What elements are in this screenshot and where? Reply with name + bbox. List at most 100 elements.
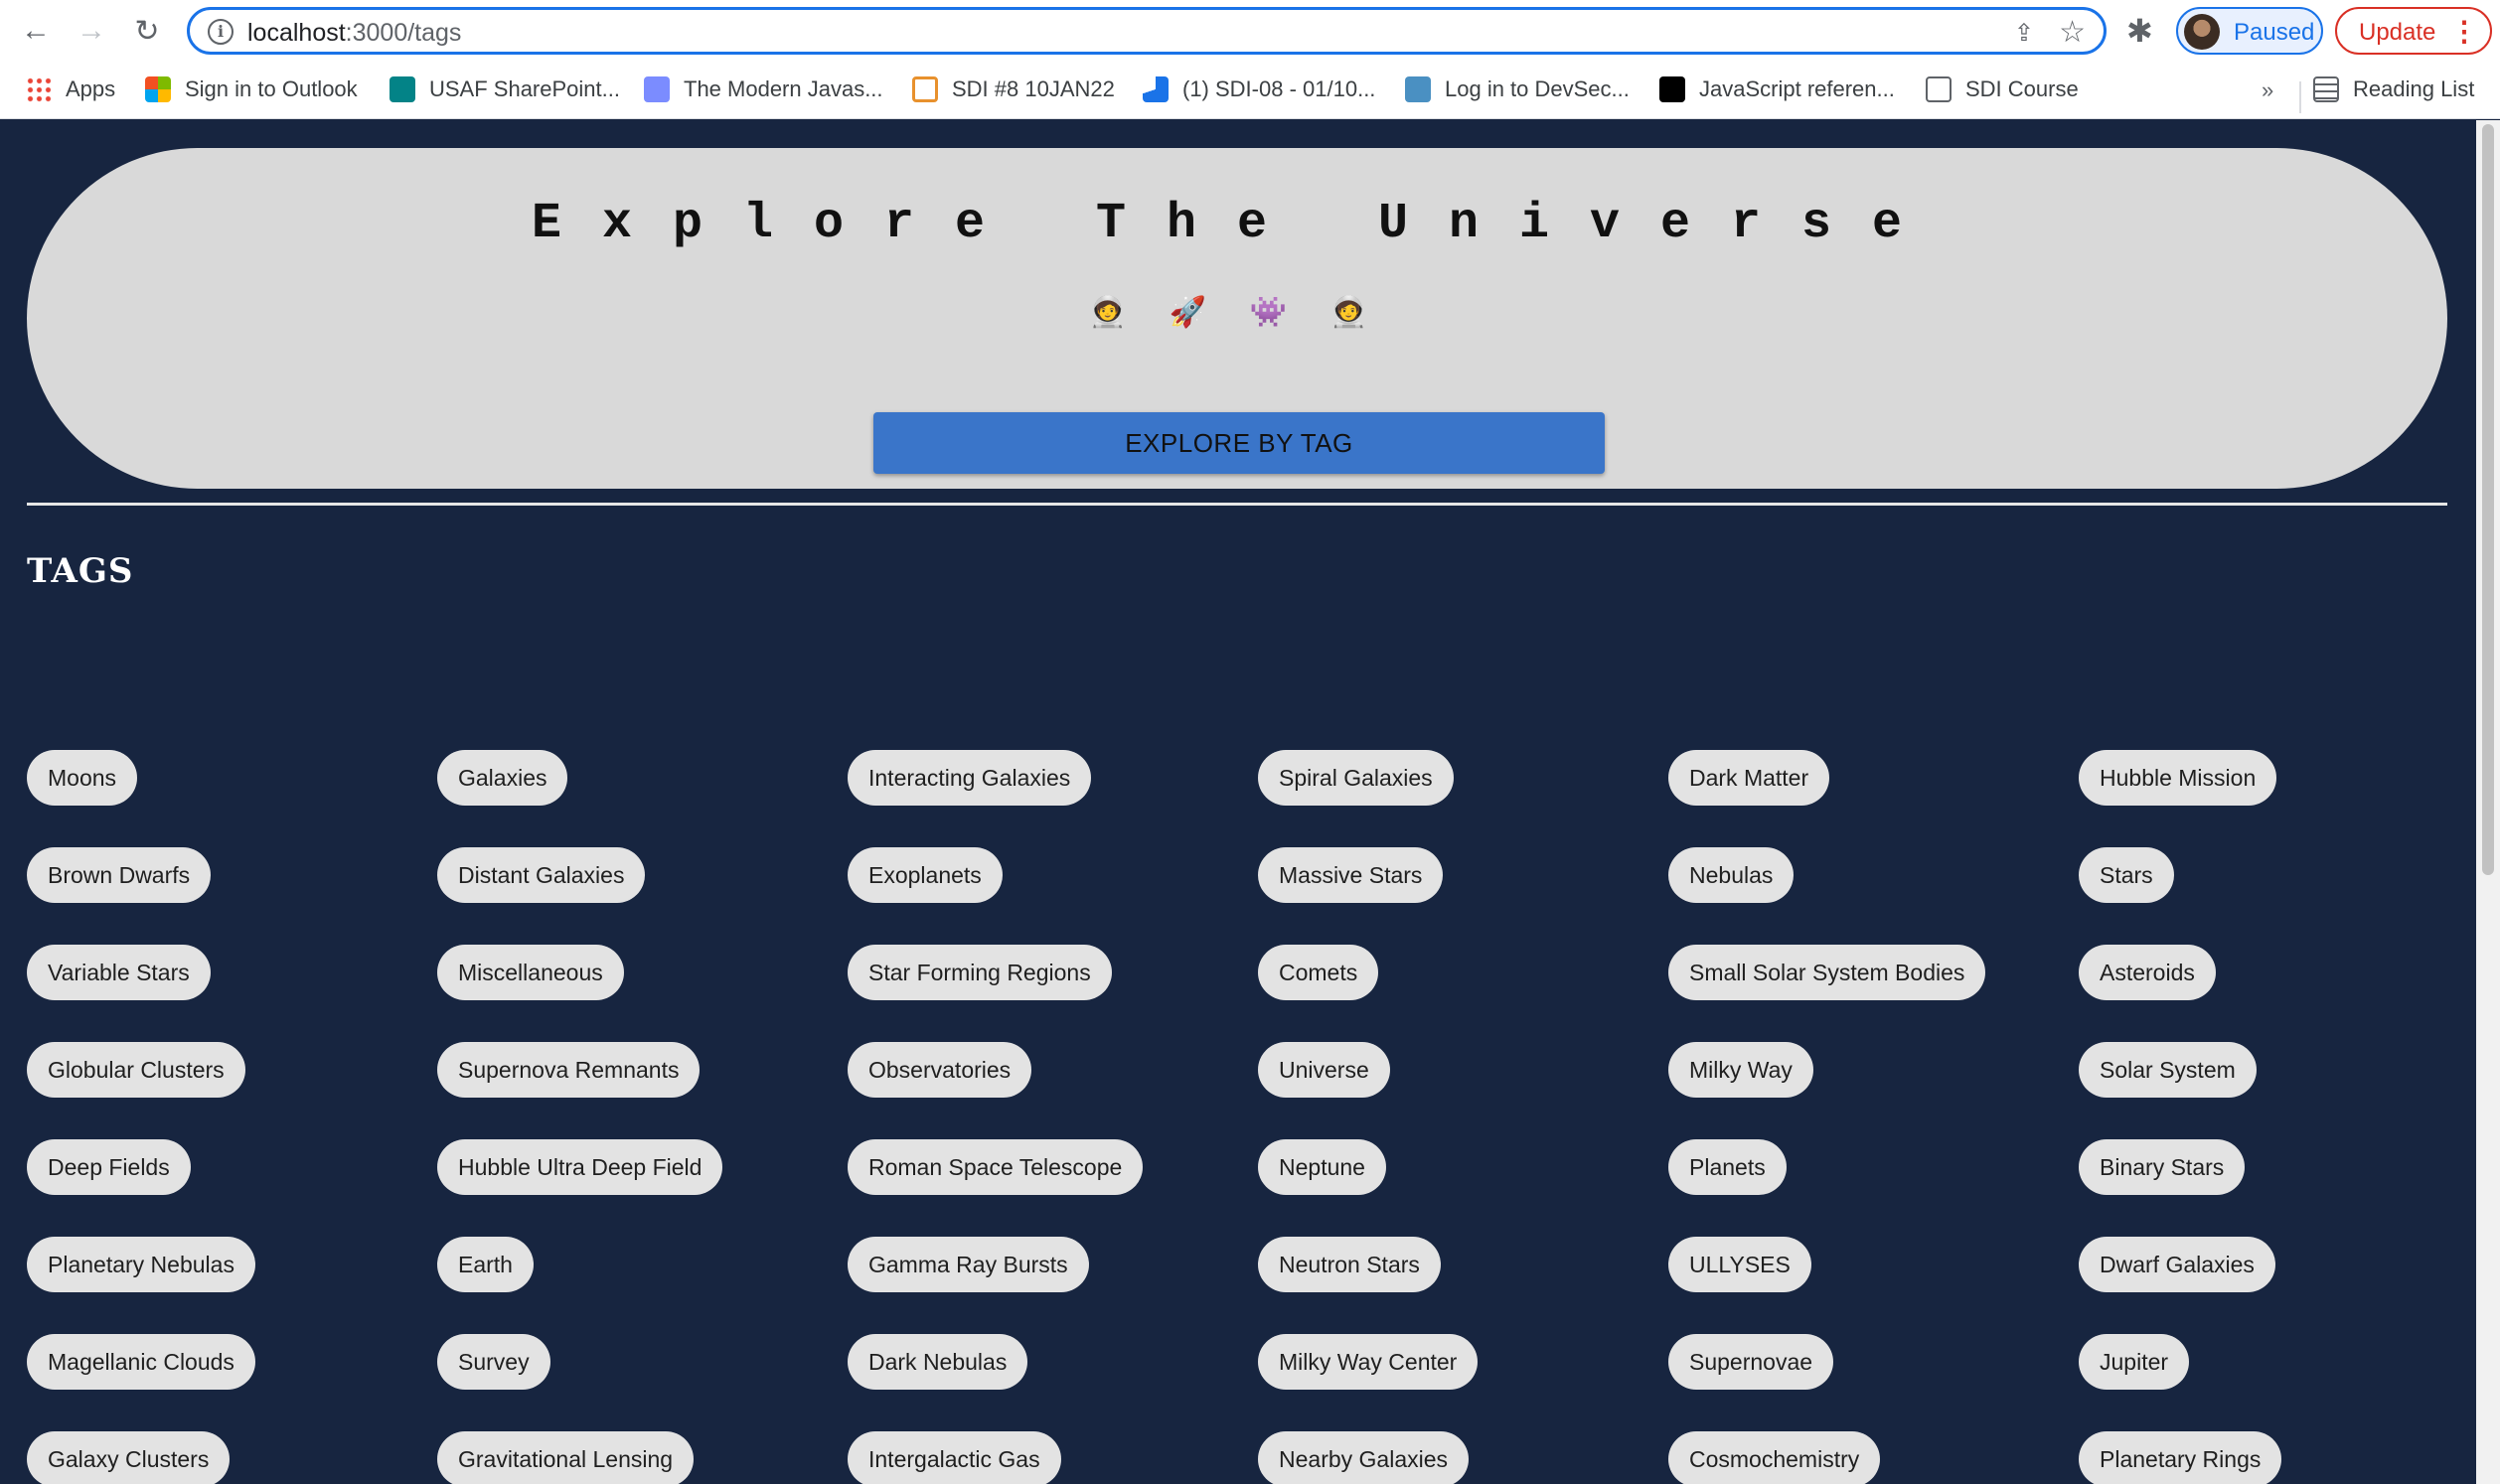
tag-chip[interactable]: Planets	[1668, 1139, 1787, 1195]
bookmark-label: JavaScript referen...	[1699, 76, 1895, 101]
bookmark-apps[interactable]: Apps	[26, 74, 115, 105]
tag-chip[interactable]: Universe	[1258, 1042, 1390, 1098]
bookmark-modern-js[interactable]: The Modern Javas...	[644, 74, 883, 105]
tag-chip[interactable]: Stars	[2079, 847, 2174, 903]
sdi-icon	[912, 76, 938, 102]
hero-title: Explore The Universe	[531, 196, 1944, 252]
tag-chip[interactable]: Distant Galaxies	[437, 847, 646, 903]
reading-list-button[interactable]: Reading List	[2313, 74, 2474, 105]
tag-chip[interactable]: Neutron Stars	[1258, 1237, 1441, 1292]
tag-chip[interactable]: Moons	[27, 750, 138, 806]
profile-button[interactable]: Paused	[2176, 7, 2323, 55]
forward-icon[interactable]: →	[74, 13, 109, 49]
bookmark-label: The Modern Javas...	[684, 76, 883, 101]
bookmark-sdi8[interactable]: SDI #8 10JAN22	[912, 74, 1115, 105]
update-label: Update	[2359, 19, 2436, 46]
update-button[interactable]: Update ⋮	[2335, 7, 2492, 55]
bookmark-outlook[interactable]: Sign in to Outlook	[145, 74, 358, 105]
browser-chrome: ← → ↻ i localhost:3000/tags ⇪ ☆ ✱ Paused…	[0, 0, 2500, 119]
tag-chip[interactable]: Intergalactic Gas	[848, 1431, 1061, 1484]
page-content: Explore The Universe 🧑‍🚀 🚀 👾 🧑‍🚀 EXPLORE…	[0, 120, 2476, 1484]
tag-chip[interactable]: Solar System	[2079, 1042, 2257, 1098]
tag-chip[interactable]: Exoplanets	[848, 847, 1003, 903]
reading-list-icon	[2313, 76, 2339, 102]
explore-by-tag-button[interactable]: EXPLORE BY TAG	[873, 412, 1605, 474]
tag-chip[interactable]: Milky Way	[1668, 1042, 1813, 1098]
tag-chip[interactable]: Magellanic Clouds	[27, 1334, 255, 1390]
bookmark-devsec[interactable]: Log in to DevSec...	[1405, 74, 1630, 105]
share-icon[interactable]: ⇪	[2014, 19, 2034, 48]
tag-chip[interactable]: Supernovae	[1668, 1334, 1834, 1390]
tag-chip[interactable]: Nearby Galaxies	[1258, 1431, 1470, 1484]
tag-chip[interactable]: Supernova Remnants	[437, 1042, 701, 1098]
page-scrollbar[interactable]	[2476, 120, 2500, 1484]
tag-chip[interactable]: Binary Stars	[2079, 1139, 2246, 1195]
bookmark-sdi08-meeting[interactable]: (1) SDI-08 - 01/10...	[1143, 74, 1375, 105]
tag-chip[interactable]: Nebulas	[1668, 847, 1795, 903]
tag-chip[interactable]: Dark Matter	[1668, 750, 1830, 806]
tag-chip[interactable]: Galaxy Clusters	[27, 1431, 231, 1484]
tag-chip[interactable]: ULLYSES	[1668, 1237, 1811, 1292]
bookmarks-divider	[2299, 81, 2301, 113]
reload-icon[interactable]: ↻	[129, 13, 165, 49]
tag-chip[interactable]: Spiral Galaxies	[1258, 750, 1454, 806]
bookmark-star-icon[interactable]: ☆	[2059, 15, 2086, 50]
tag-chip[interactable]: Globular Clusters	[27, 1042, 245, 1098]
apps-grid-icon	[26, 76, 52, 102]
section-divider	[27, 503, 2447, 506]
bookmarks-bar: Apps Sign in to Outlook USAF SharePoint.…	[0, 66, 2500, 113]
tag-chip[interactable]: Massive Stars	[1258, 847, 1444, 903]
tag-chip[interactable]: Survey	[437, 1334, 550, 1390]
tag-chip[interactable]: Milky Way Center	[1258, 1334, 1479, 1390]
rocket-icon: 🚀	[1169, 296, 1207, 329]
tag-chip[interactable]: Brown Dwarfs	[27, 847, 212, 903]
site-info-icon[interactable]: i	[208, 19, 234, 45]
tag-chip[interactable]: Hubble Mission	[2079, 750, 2277, 806]
javascript-info-icon	[644, 76, 670, 102]
tag-chip[interactable]: Jupiter	[2079, 1334, 2190, 1390]
url-text[interactable]: localhost:3000/tags	[247, 19, 461, 48]
extensions-puzzle-icon[interactable]: ✱	[2126, 12, 2153, 50]
bookmark-label: Log in to DevSec...	[1445, 76, 1630, 101]
tag-chip[interactable]: Roman Space Telescope	[848, 1139, 1144, 1195]
astronaut-icon: 🧑‍🚀	[1329, 296, 1367, 329]
tag-chip[interactable]: Gamma Ray Bursts	[848, 1237, 1089, 1292]
scrollbar-thumb[interactable]	[2482, 124, 2494, 875]
tag-chip[interactable]: Small Solar System Bodies	[1668, 945, 1986, 1000]
tag-chip[interactable]: Gravitational Lensing	[437, 1431, 695, 1484]
hero-emoji-row: 🧑‍🚀 🚀 👾 🧑‍🚀	[1089, 295, 1367, 335]
tag-chip[interactable]: Variable Stars	[27, 945, 211, 1000]
tag-chip[interactable]: Dark Nebulas	[848, 1334, 1028, 1390]
bookmark-label: Sign in to Outlook	[185, 76, 358, 101]
microsoft-icon	[145, 76, 171, 102]
tag-chip[interactable]: Hubble Ultra Deep Field	[437, 1139, 723, 1195]
folder-icon	[1926, 76, 1952, 102]
kebab-menu-icon[interactable]: ⋮	[2450, 15, 2478, 48]
devsec-icon	[1405, 76, 1431, 102]
tag-chip[interactable]: Dwarf Galaxies	[2079, 1237, 2275, 1292]
tag-chip[interactable]: Cosmochemistry	[1668, 1431, 1881, 1484]
tag-chip[interactable]: Observatories	[848, 1042, 1032, 1098]
sharepoint-icon	[390, 76, 415, 102]
avatar	[2184, 14, 2220, 50]
tag-chip[interactable]: Interacting Galaxies	[848, 750, 1092, 806]
tag-chip[interactable]: Neptune	[1258, 1139, 1386, 1195]
tag-chip[interactable]: Star Forming Regions	[848, 945, 1112, 1000]
bookmark-sdi-course[interactable]: SDI Course	[1926, 74, 2079, 105]
bookmark-label: USAF SharePoint...	[429, 76, 620, 101]
tag-chip[interactable]: Planetary Nebulas	[27, 1237, 255, 1292]
bookmark-js-reference[interactable]: JavaScript referen...	[1659, 74, 1895, 105]
url-path: :3000/tags	[345, 19, 462, 47]
tag-chip[interactable]: Comets	[1258, 945, 1379, 1000]
address-bar[interactable]: i localhost:3000/tags ⇪ ☆	[187, 7, 2107, 55]
tag-chip[interactable]: Planetary Rings	[2079, 1431, 2282, 1484]
tag-chip[interactable]: Miscellaneous	[437, 945, 624, 1000]
bookmarks-overflow-icon[interactable]: »	[2262, 77, 2273, 103]
tag-chip[interactable]: Deep Fields	[27, 1139, 191, 1195]
tag-chip[interactable]: Asteroids	[2079, 945, 2216, 1000]
tag-chip[interactable]: Earth	[437, 1237, 534, 1292]
reading-list-label: Reading List	[2353, 76, 2475, 101]
back-icon[interactable]: ←	[18, 13, 54, 49]
tag-chip[interactable]: Galaxies	[437, 750, 568, 806]
bookmark-sharepoint[interactable]: USAF SharePoint...	[390, 74, 620, 105]
